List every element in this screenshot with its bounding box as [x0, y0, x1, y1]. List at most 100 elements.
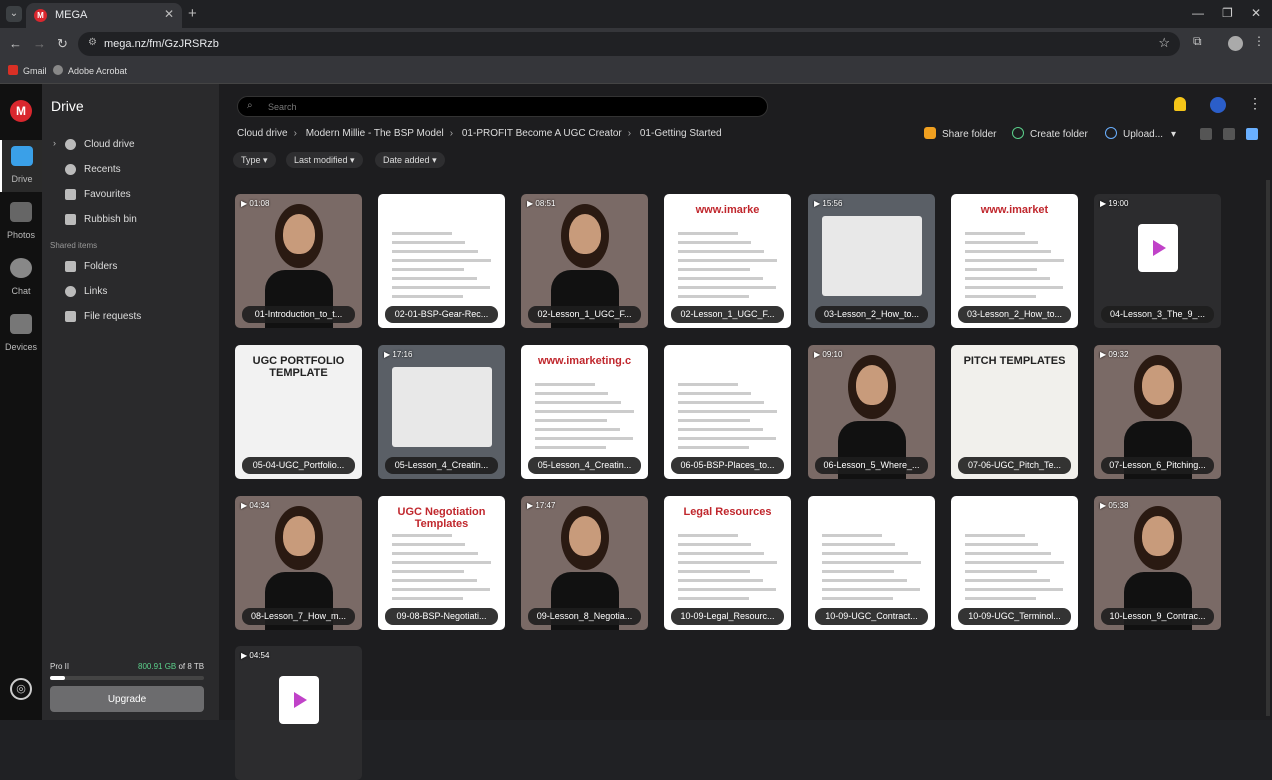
file-tile[interactable]: ▶ 01:08 01-Introduction_to_t... [235, 194, 362, 328]
thumbnail-view-icon[interactable] [1200, 128, 1212, 140]
photos-icon [10, 202, 32, 222]
sidebar-item-links[interactable]: Links [50, 281, 212, 303]
mega-logo-icon[interactable]: M [10, 100, 32, 122]
breadcrumb-item[interactable]: Modern Millie - The BSP Model [306, 128, 444, 139]
new-tab-icon[interactable]: + [188, 5, 197, 22]
file-name: 05-Lesson_4_Creatin... [385, 457, 498, 474]
file-tile[interactable]: ▶ 05:38 10-Lesson_9_Contrac... [1094, 496, 1221, 630]
sidebar-item-folders[interactable]: Folders [50, 256, 212, 278]
account-avatar[interactable] [1210, 97, 1226, 113]
notifications-bell-icon[interactable] [1174, 97, 1186, 111]
file-tile[interactable]: ▶ 09:10 06-Lesson_5_Where_... [808, 345, 935, 479]
sidebar-item-recents[interactable]: Recents [50, 159, 212, 181]
file-tile[interactable]: ▶ 09:32 07-Lesson_6_Pitching... [1094, 345, 1221, 479]
forward-icon[interactable]: → [33, 36, 46, 51]
file-request-icon [65, 311, 76, 322]
file-tile[interactable]: 10-09-UGC_Contract... [808, 496, 935, 630]
document-line [822, 570, 894, 573]
create-folder-button[interactable]: Create folder [1012, 127, 1088, 140]
file-tile[interactable]: www.imarket 03-Lesson_2_How_to... [951, 194, 1078, 328]
share-folder-button[interactable]: Share folder [924, 127, 996, 140]
document-line [678, 295, 749, 298]
url-text[interactable]: mega.nz/fm/GzJRSRzb [104, 38, 219, 50]
transfers-icon[interactable]: ◎ [10, 678, 32, 700]
thumbnail-caption: PITCH TEMPLATES [963, 355, 1066, 367]
grid-view-icon[interactable] [1246, 128, 1258, 140]
rail-item-drive[interactable]: Drive [0, 140, 42, 192]
file-tile[interactable]: 02-01-BSP-Gear-Rec... [378, 194, 505, 328]
chevron-right-icon[interactable]: › [53, 138, 56, 148]
bookmark-star-icon[interactable]: ☆ [1158, 35, 1170, 51]
minimize-icon[interactable]: — [1192, 6, 1204, 20]
sidebar-item-cloud-drive[interactable]: › Cloud drive [50, 134, 212, 156]
close-window-icon[interactable]: ✕ [1251, 6, 1261, 20]
scrollbar[interactable] [1266, 180, 1270, 716]
profile-avatar-icon[interactable] [1228, 36, 1243, 51]
back-icon[interactable]: ← [9, 36, 22, 51]
thumbnail-image [283, 516, 315, 556]
file-name: 08-Lesson_7_How_m... [242, 608, 355, 625]
rail-item-chat[interactable]: Chat [0, 252, 42, 304]
bookmark-gmail[interactable]: Gmail [8, 65, 47, 76]
omnibox[interactable]: ⚙ mega.nz/fm/GzJRSRzb ☆ [78, 32, 1180, 56]
rail-item-photos[interactable]: Photos [0, 196, 42, 248]
file-tile[interactable]: www.imarke 02-Lesson_1_UGC_F... [664, 194, 791, 328]
sidebar-item-file-requests[interactable]: File requests [50, 306, 212, 328]
chevron-down-icon[interactable]: ▾ [1171, 129, 1176, 140]
thumbnail-caption: www.imarket [980, 204, 1049, 216]
file-tile[interactable]: ▶ 08:51 02-Lesson_1_UGC_F... [521, 194, 648, 328]
site-info-icon[interactable]: ⚙ [88, 37, 97, 48]
upgrade-button[interactable]: Upgrade [50, 686, 204, 712]
upload-button[interactable]: Upload... ▾ [1105, 127, 1176, 140]
tab-search-icon[interactable]: ⌄ [6, 6, 22, 22]
document-line [965, 241, 1038, 244]
file-tile[interactable]: ▶ 04:54 [235, 646, 362, 780]
file-name: 02-01-BSP-Gear-Rec... [385, 306, 498, 323]
thumbnail-image [1142, 365, 1174, 405]
thumbnail-caption: www.imarke [695, 204, 760, 216]
file-tile[interactable]: ▶ 15:56 03-Lesson_2_How_to... [808, 194, 935, 328]
reload-icon[interactable]: ↻ [57, 36, 68, 52]
breadcrumb-separator-icon: › [627, 128, 632, 139]
filter-type[interactable]: Type ▾ [233, 152, 276, 168]
file-tile[interactable]: www.imarketing.c 05-Lesson_4_Creatin... [521, 345, 648, 479]
document-line [535, 410, 634, 413]
document-line [392, 588, 490, 591]
file-tile[interactable]: UGC Negotiation Templates 09-08-BSP-Negot… [378, 496, 505, 630]
sidebar-item-favourites[interactable]: Favourites [50, 184, 212, 206]
list-view-icon[interactable] [1223, 128, 1235, 140]
sidebar-item-rubbish-bin[interactable]: Rubbish bin [50, 209, 212, 231]
document-line [965, 570, 1037, 573]
file-name: 03-Lesson_2_How_to... [958, 306, 1071, 323]
file-tile[interactable]: 06-05-BSP-Places_to... [664, 345, 791, 479]
extensions-icon[interactable]: ⧉ [1193, 34, 1202, 49]
breadcrumb-item[interactable]: 01-PROFIT Become A UGC Creator [462, 128, 622, 139]
document-line [678, 268, 750, 271]
bookmark-adobe-acrobat[interactable]: Adobe Acrobat [53, 65, 127, 76]
file-name: 03-Lesson_2_How_to... [815, 306, 928, 323]
file-tile[interactable]: UGC PORTFOLIO TEMPLATE 05-04-UGC_Portfoli… [235, 345, 362, 479]
video-duration: ▶ 08:51 [527, 199, 556, 208]
video-duration: ▶ 17:47 [527, 501, 556, 510]
browser-tab[interactable]: M MEGA ✕ [26, 3, 182, 28]
document-line [822, 543, 895, 546]
file-tile[interactable]: ▶ 19:00 04-Lesson_3_The_9_... [1094, 194, 1221, 328]
file-tile[interactable]: PITCH TEMPLATES 07-06-UGC_Pitch_Te... [951, 345, 1078, 479]
file-tile[interactable]: 10-09-UGC_Terminol... [951, 496, 1078, 630]
file-tile[interactable]: Legal Resources 10-09-Legal_Resourc... [664, 496, 791, 630]
browser-menu-icon[interactable]: ⋮ [1253, 34, 1265, 48]
document-line [678, 561, 777, 564]
document-line [678, 401, 764, 404]
filter-date-added[interactable]: Date added ▾ [375, 152, 445, 168]
search-input[interactable]: ⌕ Search [237, 96, 768, 117]
gmail-icon [8, 65, 18, 75]
rail-item-devices[interactable]: Devices [0, 308, 42, 360]
filter-last-modified[interactable]: Last modified ▾ [286, 152, 363, 168]
breadcrumb-item[interactable]: Cloud drive [237, 128, 288, 139]
file-tile[interactable]: ▶ 04:34 08-Lesson_7_How_m... [235, 496, 362, 630]
more-menu-icon[interactable]: ⋮ [1248, 95, 1262, 112]
restore-icon[interactable]: ❐ [1222, 6, 1233, 20]
close-tab-icon[interactable]: ✕ [164, 7, 174, 21]
file-tile[interactable]: ▶ 17:47 09-Lesson_8_Negotia... [521, 496, 648, 630]
file-tile[interactable]: ▶ 17:16 05-Lesson_4_Creatin... [378, 345, 505, 479]
